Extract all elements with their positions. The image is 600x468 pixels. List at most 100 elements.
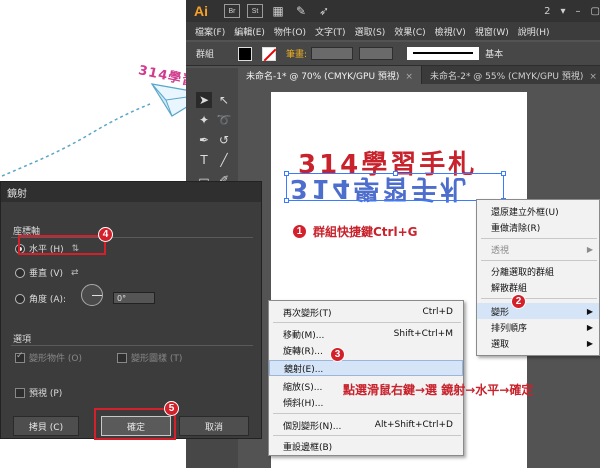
angle-input[interactable]: 0° [113, 292, 155, 304]
line-tool-icon[interactable]: ╱ [216, 152, 232, 168]
variable-width-field[interactable] [359, 47, 394, 60]
menu-item-redo-clear[interactable]: 重做清除(R) [477, 219, 599, 235]
menu-item-transform-again[interactable]: 再次變形(T) Ctrl+D [269, 304, 463, 320]
direct-selection-tool-icon[interactable]: ↖ [216, 92, 232, 108]
resize-handle[interactable] [393, 171, 398, 176]
resize-handle[interactable] [284, 171, 289, 176]
menu-item-arrange[interactable]: 排列順序 ▶ [477, 319, 599, 335]
sync-icon[interactable]: ➶ [316, 4, 332, 18]
menu-item-transform-each[interactable]: 個別變形(N)... Alt+Shift+Ctrl+D [269, 417, 463, 433]
stroke-swatch[interactable] [262, 46, 277, 61]
preview-label: 預視 (P) [29, 389, 63, 399]
tab-document-2[interactable]: 未命名-2* @ 55% (CMYK/GPU 預視) × [422, 66, 600, 84]
angle-label: 角度 (A): [29, 295, 67, 305]
fill-swatch[interactable] [238, 46, 253, 61]
close-icon[interactable]: × [405, 72, 413, 82]
vertical-radio[interactable] [15, 267, 25, 278]
transform-objects-option[interactable]: 變形物件 (O) [15, 351, 82, 364]
vertical-label: 垂直 (V) [29, 269, 64, 279]
resize-handle[interactable] [284, 198, 289, 203]
horizontal-highlight [18, 235, 106, 255]
step-badge: 5 [164, 401, 179, 416]
menu-bar: 檔案(F) 編輯(E) 物件(O) 文字(T) 選取(S) 效果(C) 檢視(V… [186, 22, 600, 40]
menu-separator [273, 322, 461, 323]
transform-patterns-checkbox[interactable] [117, 352, 127, 363]
menu-item-transform[interactable]: 變形 ▶ [477, 303, 599, 319]
lasso-tool-icon[interactable]: ➰ [216, 112, 232, 128]
menu-item-reset-bounding-box[interactable]: 重設邊框(B) [269, 438, 463, 454]
transform-patterns-label: 變形圖樣 (T) [131, 354, 183, 364]
brush-icon[interactable]: ✎ [293, 4, 309, 18]
application-bar: Ai Br St ▦ ✎ ➶ 2 ▾ – ▢ [186, 0, 600, 22]
step-badge: 3 [330, 347, 345, 362]
workspace-grid-icon[interactable]: ▦ [270, 4, 286, 18]
transform-patterns-option[interactable]: 變形圖樣 (T) [117, 351, 182, 364]
menu-item-select[interactable]: 選取 ▶ [477, 335, 599, 351]
tab-label: 未命名-2* @ 55% (CMYK/GPU 預視) [429, 72, 584, 82]
preview-checkbox[interactable] [15, 387, 25, 398]
selection-tool-icon[interactable]: ➤ [196, 92, 212, 108]
menu-item-label: 旋轉(R)... [283, 346, 323, 357]
menu-item-label: 透視 [491, 245, 510, 256]
badge-count: 2 [544, 5, 551, 17]
bridge-icon[interactable]: Br [224, 4, 240, 18]
stroke-weight-field[interactable] [311, 47, 354, 60]
menu-window[interactable]: 視窗(W) [475, 25, 509, 38]
menu-item-undo-outline[interactable]: 還原建立外框(U) [477, 203, 599, 219]
window-controls: 2 ▾ – ▢ [534, 6, 600, 17]
divider [11, 345, 253, 346]
resize-handle[interactable] [501, 171, 506, 176]
minimize-icon[interactable]: – [576, 6, 581, 17]
menu-separator [273, 435, 461, 436]
menu-type[interactable]: 文字(T) [315, 25, 346, 38]
angle-dial[interactable] [81, 284, 103, 306]
close-icon[interactable]: × [589, 72, 597, 82]
menu-item-reflect[interactable]: 鏡射(E)... [269, 360, 463, 376]
type-tool-icon[interactable]: T [196, 152, 212, 168]
menu-separator [481, 238, 597, 239]
stock-icon[interactable]: St [247, 4, 263, 18]
menu-edit[interactable]: 編輯(E) [234, 25, 265, 38]
magic-wand-tool-icon[interactable]: ✦ [196, 112, 212, 128]
menu-item-isolate-group[interactable]: 分離選取的群組 [477, 263, 599, 279]
menu-item-ungroup[interactable]: 解散群組 [477, 279, 599, 295]
maximize-icon[interactable]: ▢ [591, 6, 600, 17]
angle-radio-option[interactable]: 角度 (A): [15, 292, 66, 305]
selection-bounding-box[interactable] [284, 171, 506, 203]
menu-object[interactable]: 物件(O) [274, 25, 306, 38]
menu-item-label: 分離選取的群組 [491, 267, 555, 278]
style-label[interactable]: 基本 [485, 47, 503, 60]
pen-tool-icon[interactable]: ✒ [196, 132, 212, 148]
options-group-label: 選項 [13, 335, 32, 345]
menu-help[interactable]: 說明(H) [518, 25, 550, 38]
menu-effect[interactable]: 效果(C) [394, 25, 425, 38]
preview-option[interactable]: 預視 (P) [15, 386, 62, 399]
context-menu: 還原建立外框(U) 重做清除(R) 透視 ▶ 分離選取的群組 解散群組 變形 ▶ 排… [476, 199, 600, 356]
menu-item-move[interactable]: 移動(M)... Shift+Ctrl+M [269, 326, 463, 342]
menu-item-label: 選取 [491, 339, 510, 350]
document-tabs: 未命名-1* @ 70% (CMYK/GPU 預視) × 未命名-2* @ 55%… [238, 66, 600, 84]
vertical-radio-option[interactable]: 垂直 (V) ⇄ [15, 266, 79, 279]
brush-definition-dropdown[interactable] [407, 47, 480, 60]
cancel-button[interactable]: 取消 [179, 416, 249, 436]
tab-document-1[interactable]: 未命名-1* @ 70% (CMYK/GPU 預視) × [238, 66, 422, 84]
submenu-arrow-icon: ▶ [586, 322, 593, 332]
menu-item-perspective[interactable]: 透視 ▶ [477, 241, 599, 257]
submenu-arrow-icon: ▶ [586, 306, 593, 316]
stroke-label[interactable]: 筆畫: [286, 47, 307, 60]
step-1-annotation: 1 群組快捷鍵Ctrl+G [292, 223, 417, 240]
chevron-down-icon[interactable]: ▾ [561, 6, 566, 17]
dialog-title[interactable]: 鏡射 [1, 182, 261, 202]
angle-radio[interactable] [15, 293, 25, 304]
curvature-tool-icon[interactable]: ↺ [216, 132, 232, 148]
step-badge: 1 [292, 224, 307, 239]
ai-logo: Ai [194, 3, 208, 19]
menu-file[interactable]: 檔案(F) [195, 25, 225, 38]
submenu-arrow-icon: ▶ [586, 244, 593, 254]
menu-item-rotate[interactable]: 旋轉(R)... [269, 342, 463, 358]
menu-view[interactable]: 檢視(V) [435, 25, 466, 38]
menu-select[interactable]: 選取(S) [355, 25, 386, 38]
transform-objects-checkbox[interactable] [15, 351, 25, 363]
menu-item-label: 還原建立外框(U) [491, 207, 559, 218]
copy-button[interactable]: 拷貝 (C) [13, 416, 79, 436]
